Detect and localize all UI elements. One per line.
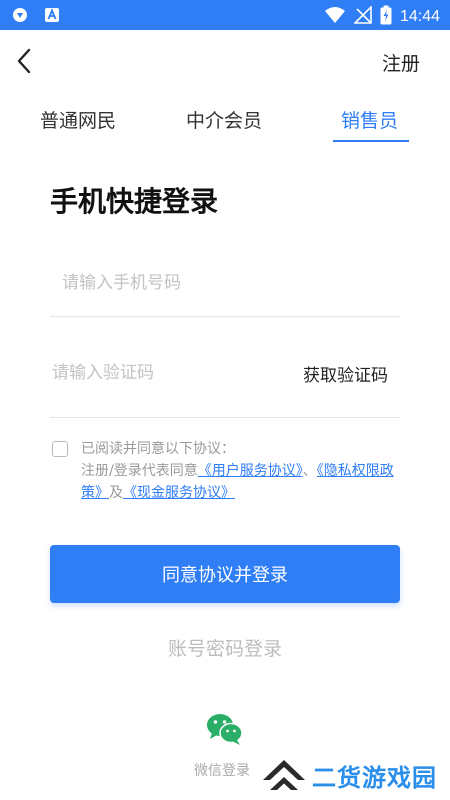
register-link[interactable]: 注册 <box>382 49 420 76</box>
cash-service-agreement-link[interactable]: 《现金服务协议》 <box>123 485 235 501</box>
code-field: 获取验证码 <box>50 350 400 418</box>
status-time: 14:44 <box>399 8 440 25</box>
tab-agency-member[interactable]: 中介会员 <box>186 106 262 133</box>
back-button[interactable] <box>14 46 36 76</box>
header: 注册 <box>0 30 450 92</box>
agreement-checkbox[interactable] <box>52 441 68 457</box>
status-left-icons <box>12 7 60 27</box>
wechat-login-label: 微信登录 <box>194 763 250 779</box>
agreement-prefix: 注册/登录代表同意 <box>81 463 198 479</box>
agree-and-login-button[interactable]: 同意协议并登录 <box>50 545 400 603</box>
no-signal-icon <box>353 5 372 28</box>
agreement-text: 已阅读并同意以下协议： 注册/登录代表同意《用户服务协议》、《隐私权限政策》及《… <box>81 438 411 504</box>
battery-charging-icon <box>380 5 392 29</box>
watermark-text: 二货游戏园 <box>312 764 437 792</box>
verification-code-input[interactable] <box>50 358 284 388</box>
agreement-section: 已阅读并同意以下协议： 注册/登录代表同意《用户服务协议》、《隐私权限政策》及《… <box>50 438 410 510</box>
wechat-icon[interactable] <box>205 712 245 746</box>
status-right-icons: 14:44 <box>324 5 440 29</box>
watermark: 二货游戏园 <box>256 752 450 800</box>
get-code-button[interactable]: 获取验证码 <box>303 361 388 386</box>
user-service-agreement-link[interactable]: 《用户服务协议》 <box>198 463 303 479</box>
watermark-logo-icon <box>263 760 305 790</box>
active-tab-indicator <box>333 140 409 142</box>
tab-salesperson[interactable]: 销售员 <box>341 106 398 133</box>
page-title: 手机快捷登录 <box>50 185 219 218</box>
phone-field <box>50 258 400 317</box>
wifi-icon <box>324 6 346 28</box>
agreement-intro: 已阅读并同意以下协议： <box>81 441 235 457</box>
a-app-icon <box>44 7 60 27</box>
tab-ordinary-user[interactable]: 普通网民 <box>40 106 116 133</box>
phone-input[interactable] <box>60 268 384 298</box>
status-bar: 14:44 <box>0 0 450 30</box>
password-login-link[interactable]: 账号密码登录 <box>0 634 450 661</box>
chevron-left-icon <box>17 48 31 74</box>
shield-app-icon <box>12 7 28 27</box>
agreement-separator: 、 <box>302 463 317 479</box>
role-tabs: 普通网民 中介会员 销售员 <box>0 98 450 144</box>
agreement-and: 及 <box>109 485 123 501</box>
